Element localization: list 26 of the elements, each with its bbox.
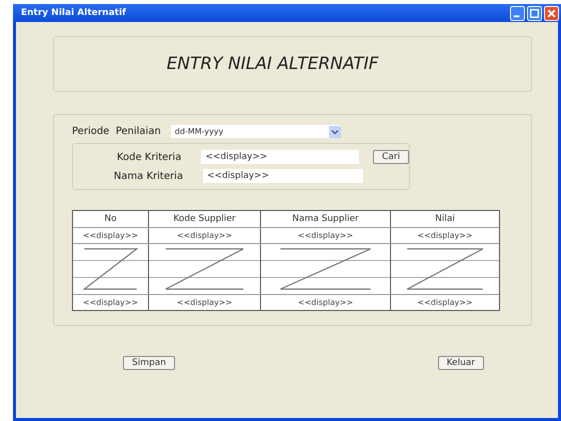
field-label: Kode Kriteria — [116, 152, 182, 162]
action-button[interactable]: Simpan — [123, 356, 175, 370]
search-button[interactable]: Cari — [373, 150, 409, 164]
table-cell-text: <<display>> — [416, 230, 474, 242]
column-header: No — [73, 211, 149, 227]
input-field[interactable]: <<display>> — [203, 169, 363, 183]
field-label: Nama Kriteria — [112, 170, 183, 182]
table-cell-text: <<display>> — [416, 297, 474, 309]
table-cell: <<display>> — [149, 228, 261, 243]
field-label: Periode Penilaian — [72, 126, 161, 137]
table-cell: <<display>> — [149, 295, 261, 310]
close-icon[interactable] — [544, 6, 559, 20]
minimize-icon[interactable] — [510, 6, 525, 20]
table-cell: <<display>> — [73, 228, 149, 243]
action-button[interactable]: Keluar — [438, 356, 484, 370]
date-dropdown[interactable]: dd-MM-yyyy — [170, 125, 341, 138]
column-header: Nama Supplier — [261, 211, 391, 227]
window-title: Entry Nilai Alternatif — [21, 8, 126, 18]
column-header: Kode Supplier — [149, 211, 261, 227]
table-cell: <<display>> — [73, 295, 149, 310]
maximize-icon[interactable] — [527, 6, 542, 20]
input-field[interactable]: <<display>> — [201, 150, 359, 164]
form-heading: ENTRY NILAI ALTERNATIF — [166, 54, 378, 74]
table-cell: <<display>> — [261, 295, 391, 310]
column-header: Nilai — [434, 213, 456, 226]
table-cell: <<display>> — [261, 228, 391, 243]
